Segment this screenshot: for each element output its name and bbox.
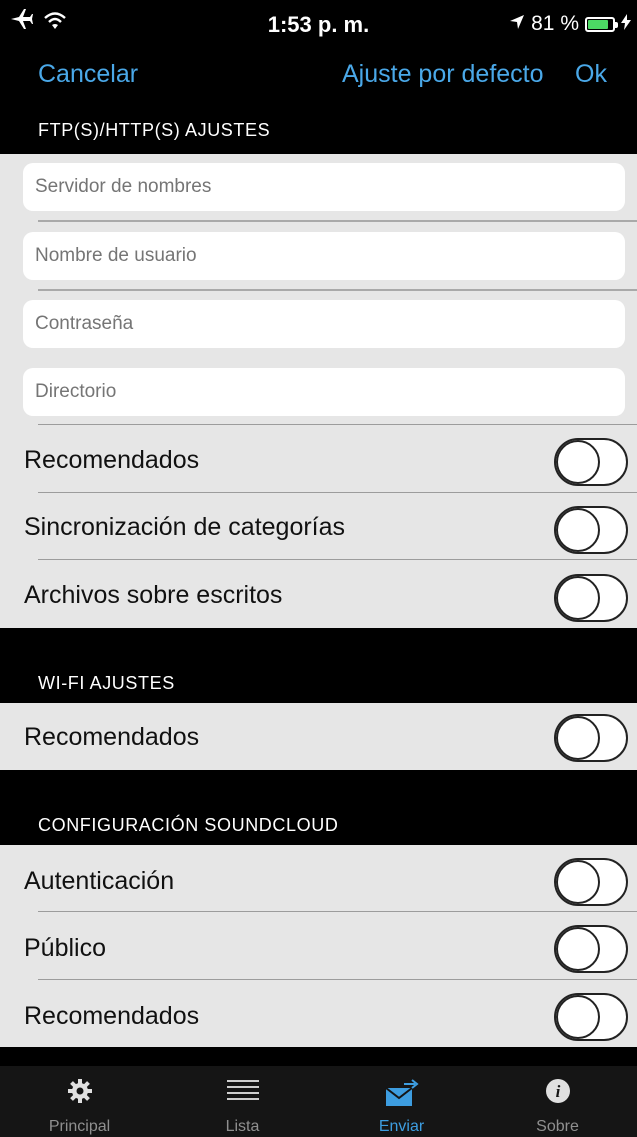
nav-bar: Cancelar Ajuste por defecto Ok [0,50,637,110]
tab-lista[interactable]: Lista [163,1066,322,1137]
separator [38,559,637,560]
separator [38,911,637,912]
overwrite-files-toggle[interactable] [554,574,628,622]
tab-label: Enviar [378,1118,425,1135]
authentication-label: Autenticación [24,867,175,895]
charging-icon [621,12,631,36]
battery-icon [585,16,618,32]
tab-bar: Principal Lista Enviar i Sobre [0,1066,637,1137]
category-sync-toggle[interactable] [554,506,628,554]
ftp-section: Recomendados Sincronización de categoría… [0,154,637,628]
public-toggle[interactable] [554,925,628,973]
svg-text:i: i [555,1082,560,1101]
tab-sobre[interactable]: i Sobre [478,1066,637,1137]
separator [38,289,637,291]
tab-principal[interactable]: Principal [0,1066,159,1137]
ftp-recommended-toggle[interactable] [554,438,628,486]
wifi-recommended-label: Recomendados [24,723,200,751]
password-input[interactable] [23,300,625,348]
tab-enviar[interactable]: Enviar [322,1066,481,1137]
tab-label: Lista [225,1118,260,1135]
gear-icon [67,1078,93,1109]
server-name-input[interactable] [23,163,625,211]
authentication-toggle[interactable] [554,858,628,906]
ftp-recommended-label: Recomendados [24,446,200,474]
soundcloud-recommended-toggle[interactable] [554,993,628,1041]
send-mail-icon [384,1078,420,1113]
battery-fill [588,19,609,29]
category-sync-label: Sincronización de categorías [24,513,346,541]
status-bar: 1:53 p. m. 81 % [0,0,637,50]
toggle-knob [556,508,600,552]
soundcloud-section-header: CONFIGURACIÓN SOUNDCLOUD [38,815,339,835]
toggle-knob [556,440,600,484]
separator [38,979,637,980]
separator [38,492,637,493]
default-settings-button[interactable]: Ajuste por defecto [342,60,544,89]
battery-percent: 81 % [531,12,579,35]
tab-label: Sobre [536,1118,579,1135]
ftp-section-header: FTP(S)/HTTP(S) AJUSTES [38,120,271,140]
status-right: 81 % [509,12,631,36]
wifi-recommended-toggle[interactable] [554,714,628,762]
toggle-knob [556,995,600,1039]
soundcloud-section: Autenticación Público Recomendados [0,845,637,1047]
soundcloud-recommended-label: Recomendados [24,1002,200,1030]
wifi-section-header: WI-FI AJUSTES [38,673,175,693]
toggle-knob [556,576,600,620]
username-input[interactable] [23,232,625,280]
public-label: Público [24,934,106,962]
list-icon [226,1078,259,1109]
directory-input[interactable] [23,368,625,416]
location-arrow-icon [509,12,525,36]
cancel-button[interactable]: Cancelar [38,60,138,89]
separator [38,220,637,222]
tab-label: Principal [48,1118,111,1135]
wifi-section: Recomendados [0,703,637,770]
ok-button[interactable]: Ok [575,60,607,89]
overwrite-files-label: Archivos sobre escritos [24,581,283,609]
separator [38,424,637,425]
toggle-knob [556,860,600,904]
toggle-knob [556,927,600,971]
info-icon: i [545,1078,571,1109]
toggle-knob [556,716,600,760]
